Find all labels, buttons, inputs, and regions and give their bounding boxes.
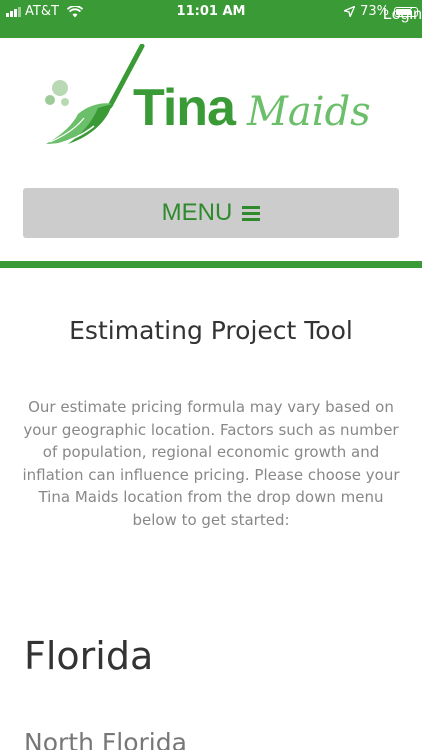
- logo-word-maids: Maids: [246, 89, 371, 135]
- subregion-link[interactable]: North Florida: [24, 728, 187, 750]
- hamburger-icon: [242, 205, 261, 221]
- header-divider: [0, 261, 422, 268]
- screen: AT&T 11:01 AM 73% Login Tina Maids MENU …: [0, 0, 422, 750]
- status-bar: AT&T 11:01 AM 73% Login: [0, 0, 422, 38]
- location-arrow-icon: [344, 6, 356, 17]
- region-heading: Florida: [24, 634, 154, 678]
- page-title: Estimating Project Tool: [69, 316, 353, 345]
- menu-label: MENU: [161, 199, 233, 226]
- menu-button[interactable]: MENU: [23, 188, 399, 238]
- logo[interactable]: Tina Maids: [38, 44, 388, 154]
- login-link[interactable]: Login: [383, 6, 422, 24]
- logo-word-tina: Tina: [133, 79, 236, 137]
- intro-text: Our estimate pricing formula may vary ba…: [22, 398, 400, 529]
- logo-wordmark: Tina Maids: [133, 78, 371, 138]
